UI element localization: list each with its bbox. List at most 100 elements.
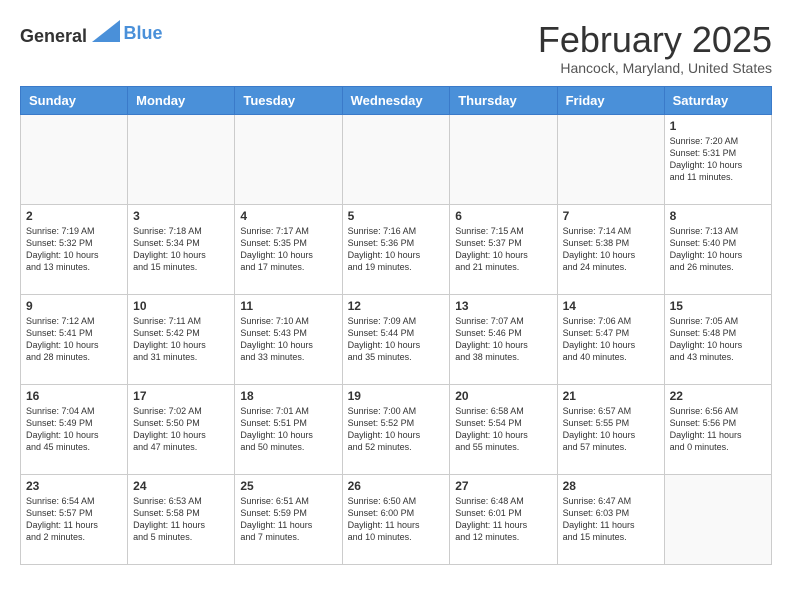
- logo-mark: General Blue: [20, 20, 163, 47]
- weekday-header-monday: Monday: [128, 86, 235, 114]
- day-number: 21: [563, 389, 659, 403]
- day-info: Sunrise: 7:19 AM Sunset: 5:32 PM Dayligh…: [26, 225, 122, 274]
- calendar-cell: 15 Sunrise: 7:05 AM Sunset: 5:48 PM Dayli…: [664, 294, 771, 384]
- day-info: Sunrise: 7:04 AM Sunset: 5:49 PM Dayligh…: [26, 405, 122, 454]
- day-number: 17: [133, 389, 229, 403]
- day-number: 6: [455, 209, 551, 223]
- calendar-cell: 9 Sunrise: 7:12 AM Sunset: 5:41 PM Daylig…: [21, 294, 128, 384]
- calendar-cell: [664, 474, 771, 564]
- day-info: Sunrise: 7:15 AM Sunset: 5:37 PM Dayligh…: [455, 225, 551, 274]
- day-info: Sunrise: 7:14 AM Sunset: 5:38 PM Dayligh…: [563, 225, 659, 274]
- calendar-week-1: 1 Sunrise: 7:20 AM Sunset: 5:31 PM Daylig…: [21, 114, 772, 204]
- calendar-cell: [557, 114, 664, 204]
- calendar-cell: 5Sunrise: 7:16 AM Sunset: 5:36 PM Daylig…: [342, 204, 450, 294]
- calendar-cell: [21, 114, 128, 204]
- day-number: 10: [133, 299, 229, 313]
- day-number: 16: [26, 389, 122, 403]
- calendar-cell: 19 Sunrise: 7:00 AM Sunset: 5:52 PM Dayli…: [342, 384, 450, 474]
- calendar-cell: 1 Sunrise: 7:20 AM Sunset: 5:31 PM Daylig…: [664, 114, 771, 204]
- weekday-header-row: SundayMondayTuesdayWednesdayThursdayFrid…: [21, 86, 772, 114]
- day-info: Sunrise: 6:57 AM Sunset: 5:55 PM Dayligh…: [563, 405, 659, 454]
- calendar-cell: 28 Sunrise: 6:47 AM Sunset: 6:03 PM Dayli…: [557, 474, 664, 564]
- day-number: 19: [348, 389, 445, 403]
- day-number: 27: [455, 479, 551, 493]
- calendar-cell: 14Sunrise: 7:06 AM Sunset: 5:47 PM Dayli…: [557, 294, 664, 384]
- day-info: Sunrise: 6:48 AM Sunset: 6:01 PM Dayligh…: [455, 495, 551, 544]
- calendar-table: SundayMondayTuesdayWednesdayThursdayFrid…: [20, 86, 772, 565]
- logo: General Blue: [20, 20, 163, 47]
- calendar-cell: 16 Sunrise: 7:04 AM Sunset: 5:49 PM Dayli…: [21, 384, 128, 474]
- weekday-header-friday: Friday: [557, 86, 664, 114]
- day-number: 14: [563, 299, 659, 313]
- day-info: Sunrise: 6:47 AM Sunset: 6:03 PM Dayligh…: [563, 495, 659, 544]
- day-number: 23: [26, 479, 122, 493]
- calendar-cell: 4Sunrise: 7:17 AM Sunset: 5:35 PM Daylig…: [235, 204, 342, 294]
- day-info: Sunrise: 6:58 AM Sunset: 5:54 PM Dayligh…: [455, 405, 551, 454]
- day-info: Sunrise: 7:20 AM Sunset: 5:31 PM Dayligh…: [670, 135, 766, 184]
- calendar-cell: [128, 114, 235, 204]
- calendar-cell: [342, 114, 450, 204]
- weekday-header-sunday: Sunday: [21, 86, 128, 114]
- day-number: 7: [563, 209, 659, 223]
- day-info: Sunrise: 7:10 AM Sunset: 5:43 PM Dayligh…: [240, 315, 336, 364]
- day-number: 28: [563, 479, 659, 493]
- calendar-cell: [450, 114, 557, 204]
- calendar-cell: [235, 114, 342, 204]
- day-info: Sunrise: 7:07 AM Sunset: 5:46 PM Dayligh…: [455, 315, 551, 364]
- title-block: February 2025 Hancock, Maryland, United …: [538, 20, 772, 76]
- calendar-cell: 13Sunrise: 7:07 AM Sunset: 5:46 PM Dayli…: [450, 294, 557, 384]
- day-number: 12: [348, 299, 445, 313]
- day-info: Sunrise: 7:01 AM Sunset: 5:51 PM Dayligh…: [240, 405, 336, 454]
- calendar-week-4: 16 Sunrise: 7:04 AM Sunset: 5:49 PM Dayli…: [21, 384, 772, 474]
- logo-general: General: [20, 26, 87, 46]
- location: Hancock, Maryland, United States: [538, 60, 772, 76]
- day-info: Sunrise: 7:05 AM Sunset: 5:48 PM Dayligh…: [670, 315, 766, 364]
- calendar-cell: 17Sunrise: 7:02 AM Sunset: 5:50 PM Dayli…: [128, 384, 235, 474]
- logo-triangle-icon: [92, 20, 120, 42]
- calendar-cell: 24 Sunrise: 6:53 AM Sunset: 5:58 PM Dayli…: [128, 474, 235, 564]
- calendar-cell: 23Sunrise: 6:54 AM Sunset: 5:57 PM Dayli…: [21, 474, 128, 564]
- day-number: 1: [670, 119, 766, 133]
- weekday-header-thursday: Thursday: [450, 86, 557, 114]
- calendar-cell: 11 Sunrise: 7:10 AM Sunset: 5:43 PM Dayli…: [235, 294, 342, 384]
- calendar-cell: 25Sunrise: 6:51 AM Sunset: 5:59 PM Dayli…: [235, 474, 342, 564]
- calendar-cell: 8 Sunrise: 7:13 AM Sunset: 5:40 PM Daylig…: [664, 204, 771, 294]
- calendar-cell: 10Sunrise: 7:11 AM Sunset: 5:42 PM Dayli…: [128, 294, 235, 384]
- calendar-cell: 27 Sunrise: 6:48 AM Sunset: 6:01 PM Dayli…: [450, 474, 557, 564]
- page-header: General Blue February 2025 Hancock, Mary…: [20, 20, 772, 76]
- calendar-cell: 21 Sunrise: 6:57 AM Sunset: 5:55 PM Dayli…: [557, 384, 664, 474]
- day-info: Sunrise: 7:12 AM Sunset: 5:41 PM Dayligh…: [26, 315, 122, 364]
- calendar-cell: 7 Sunrise: 7:14 AM Sunset: 5:38 PM Daylig…: [557, 204, 664, 294]
- calendar-cell: 6 Sunrise: 7:15 AM Sunset: 5:37 PM Daylig…: [450, 204, 557, 294]
- calendar-week-3: 9 Sunrise: 7:12 AM Sunset: 5:41 PM Daylig…: [21, 294, 772, 384]
- calendar-cell: 12 Sunrise: 7:09 AM Sunset: 5:44 PM Dayli…: [342, 294, 450, 384]
- day-number: 26: [348, 479, 445, 493]
- weekday-header-tuesday: Tuesday: [235, 86, 342, 114]
- day-number: 8: [670, 209, 766, 223]
- logo-blue-line: Blue: [124, 24, 163, 44]
- day-number: 11: [240, 299, 336, 313]
- weekday-header-saturday: Saturday: [664, 86, 771, 114]
- calendar-cell: 20 Sunrise: 6:58 AM Sunset: 5:54 PM Dayli…: [450, 384, 557, 474]
- day-info: Sunrise: 6:50 AM Sunset: 6:00 PM Dayligh…: [348, 495, 445, 544]
- day-number: 18: [240, 389, 336, 403]
- day-info: Sunrise: 7:09 AM Sunset: 5:44 PM Dayligh…: [348, 315, 445, 364]
- logo-text: General: [20, 20, 120, 47]
- day-info: Sunrise: 7:13 AM Sunset: 5:40 PM Dayligh…: [670, 225, 766, 274]
- weekday-header-wednesday: Wednesday: [342, 86, 450, 114]
- month-title: February 2025: [538, 20, 772, 60]
- day-number: 5: [348, 209, 445, 223]
- day-number: 25: [240, 479, 336, 493]
- day-info: Sunrise: 6:53 AM Sunset: 5:58 PM Dayligh…: [133, 495, 229, 544]
- calendar-cell: 2Sunrise: 7:19 AM Sunset: 5:32 PM Daylig…: [21, 204, 128, 294]
- day-number: 24: [133, 479, 229, 493]
- day-number: 9: [26, 299, 122, 313]
- day-info: Sunrise: 7:00 AM Sunset: 5:52 PM Dayligh…: [348, 405, 445, 454]
- day-info: Sunrise: 7:17 AM Sunset: 5:35 PM Dayligh…: [240, 225, 336, 274]
- logo-blue: Blue: [124, 23, 163, 43]
- calendar-cell: 3Sunrise: 7:18 AM Sunset: 5:34 PM Daylig…: [128, 204, 235, 294]
- day-info: Sunrise: 6:56 AM Sunset: 5:56 PM Dayligh…: [670, 405, 766, 454]
- day-number: 15: [670, 299, 766, 313]
- day-number: 20: [455, 389, 551, 403]
- calendar-cell: 22Sunrise: 6:56 AM Sunset: 5:56 PM Dayli…: [664, 384, 771, 474]
